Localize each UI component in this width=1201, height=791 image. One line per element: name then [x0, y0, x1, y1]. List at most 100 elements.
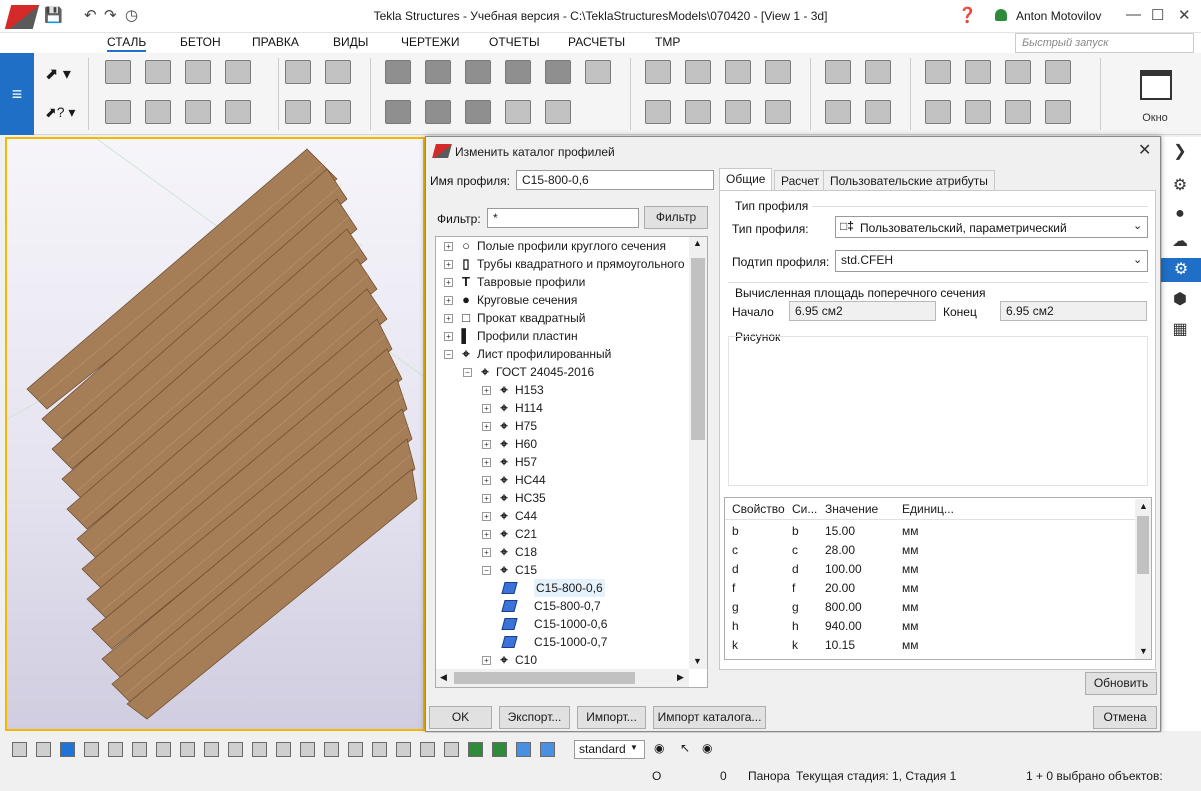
- expand-icon[interactable]: +: [482, 404, 491, 413]
- expand-icon[interactable]: +: [482, 494, 491, 503]
- snap-grid-icon[interactable]: [516, 742, 531, 757]
- chevron-right-icon[interactable]: ❯: [1168, 140, 1192, 164]
- contour-plate-icon[interactable]: [225, 60, 251, 84]
- expand-icon[interactable]: +: [482, 458, 491, 467]
- add-grid-icon[interactable]: [645, 100, 671, 124]
- snap-icon[interactable]: ◉: [654, 741, 664, 755]
- pointer-icon[interactable]: ↖: [680, 741, 690, 755]
- window-button-label[interactable]: Окно: [1130, 112, 1180, 124]
- close-window-icon[interactable]: ✕: [1178, 6, 1191, 24]
- select-object-icon[interactable]: [396, 742, 411, 757]
- menu-drawings[interactable]: ЧЕРТЕЖИ: [401, 35, 460, 49]
- frame-icon[interactable]: [545, 100, 571, 124]
- box-icon[interactable]: [1045, 60, 1071, 84]
- expand-icon[interactable]: +: [482, 476, 491, 485]
- chevron-down-icon[interactable]: ⌄: [1133, 219, 1142, 232]
- menu-tmp[interactable]: TMP: [655, 35, 680, 49]
- grid-icon[interactable]: [645, 60, 671, 84]
- column-icon[interactable]: [105, 60, 131, 84]
- sub-assembly-icon[interactable]: [925, 100, 951, 124]
- view-icon[interactable]: [585, 60, 611, 84]
- expand-icon[interactable]: +: [482, 422, 491, 431]
- minimize-icon[interactable]: —: [1126, 6, 1141, 23]
- tab-analysis[interactable]: Расчет: [774, 170, 827, 190]
- import-button[interactable]: Импорт...: [577, 706, 646, 729]
- concrete-column-icon[interactable]: [385, 60, 411, 84]
- props-row[interactable]: b b 15.00 мм: [725, 522, 1135, 541]
- concrete-beam-icon[interactable]: [385, 100, 411, 124]
- ibeam-icon[interactable]: [105, 100, 131, 124]
- scroll-up-icon[interactable]: ▲: [693, 238, 702, 248]
- tree-item[interactable]: + ⌖ H75: [436, 417, 689, 435]
- chevron-down-icon[interactable]: ▼: [630, 743, 638, 752]
- tree-item[interactable]: + ⌖ H153: [436, 381, 689, 399]
- curved-beam-icon[interactable]: [145, 100, 171, 124]
- select-surface-icon[interactable]: [60, 742, 75, 757]
- select-weld-icon[interactable]: [300, 742, 315, 757]
- update-button[interactable]: Обновить: [1085, 672, 1157, 695]
- cloud-icon[interactable]: ☁: [1168, 230, 1192, 254]
- scroll-right-icon[interactable]: ▶: [677, 672, 684, 683]
- props-header-value[interactable]: Значение: [825, 500, 878, 519]
- help-icon[interactable]: ❓: [958, 6, 977, 24]
- tree-item[interactable]: C15-800-0,7: [436, 597, 689, 615]
- snap-nearest-icon[interactable]: [540, 742, 555, 757]
- concrete-block-icon[interactable]: [425, 60, 451, 84]
- tab-user-attributes[interactable]: Пользовательские атрибуты: [823, 170, 995, 190]
- expand-icon[interactable]: +: [482, 512, 491, 521]
- expand-icon[interactable]: +: [444, 332, 453, 341]
- user-name[interactable]: Anton Motovilov: [1016, 9, 1101, 23]
- select-arrow-icon[interactable]: ⬈ ▾: [45, 64, 71, 84]
- select-reference-icon[interactable]: [372, 742, 387, 757]
- select-component-icon[interactable]: [156, 742, 171, 757]
- expand-icon[interactable]: +: [482, 656, 491, 665]
- tree-item[interactable]: C15-800-0,6: [436, 579, 689, 597]
- eye-icon[interactable]: ◉: [702, 741, 712, 755]
- filter-input[interactable]: *: [487, 208, 639, 228]
- collapse-icon[interactable]: −: [444, 350, 453, 359]
- component-icon[interactable]: [285, 60, 311, 84]
- expand-icon[interactable]: +: [444, 296, 453, 305]
- menu-concrete[interactable]: БЕТОН: [180, 35, 221, 49]
- tree-item[interactable]: + ⌖ HC35: [436, 489, 689, 507]
- expand-icon[interactable]: +: [444, 260, 453, 269]
- tree-item[interactable]: + ⌖ H114: [436, 399, 689, 417]
- expand-icon[interactable]: +: [482, 530, 491, 539]
- select-view-icon[interactable]: [204, 742, 219, 757]
- properties-icon[interactable]: ⚙: [1168, 174, 1192, 198]
- props-header-property[interactable]: Свойство: [732, 500, 785, 519]
- move-icon[interactable]: [825, 60, 851, 84]
- profile-name-input[interactable]: C15-800-0,6: [516, 170, 714, 190]
- expand-icon[interactable]: +: [482, 548, 491, 557]
- expand-icon[interactable]: +: [444, 242, 453, 251]
- bracket-icon[interactable]: [505, 100, 531, 124]
- tree-item[interactable]: + □ Прокат квадратный: [436, 309, 689, 327]
- globe-icon[interactable]: ●: [1168, 202, 1192, 226]
- props-scroll-thumb[interactable]: [1137, 516, 1149, 574]
- apps-icon[interactable]: ▦: [1168, 318, 1192, 342]
- select-detail-icon[interactable]: [420, 742, 435, 757]
- quick-launch-input[interactable]: Быстрый запуск: [1015, 33, 1194, 53]
- side-menu-icon[interactable]: ≡: [0, 53, 34, 135]
- assembly-icon[interactable]: [1045, 100, 1071, 124]
- menu-views[interactable]: ВИДЫ: [333, 35, 368, 49]
- import-catalog-button[interactable]: Импорт каталога...: [653, 706, 766, 729]
- select-edge-icon[interactable]: [444, 742, 459, 757]
- tree-item[interactable]: + ⌖ C10: [436, 651, 689, 669]
- measure-icon[interactable]: [1005, 60, 1031, 84]
- twin-profile-icon[interactable]: [185, 100, 211, 124]
- scroll-down-icon[interactable]: ▼: [693, 656, 702, 666]
- tree-item[interactable]: − ⌖ Лист профилированный: [436, 345, 689, 363]
- scroll-left-icon[interactable]: ◀: [440, 672, 447, 683]
- beam-icon[interactable]: [145, 60, 171, 84]
- props-header-unit[interactable]: Единиц...: [902, 500, 954, 519]
- window-icon[interactable]: [1140, 70, 1172, 100]
- select-bolt-icon[interactable]: [324, 742, 339, 757]
- tree-item[interactable]: + ● Круговые сечения: [436, 291, 689, 309]
- combine-icon[interactable]: [965, 60, 991, 84]
- props-row[interactable]: g g 800.00 мм: [725, 598, 1135, 617]
- props-header-symbol[interactable]: Си...: [792, 500, 817, 519]
- line-icon[interactable]: [725, 60, 751, 84]
- split-icon[interactable]: [925, 60, 951, 84]
- copy-special-icon[interactable]: [865, 100, 891, 124]
